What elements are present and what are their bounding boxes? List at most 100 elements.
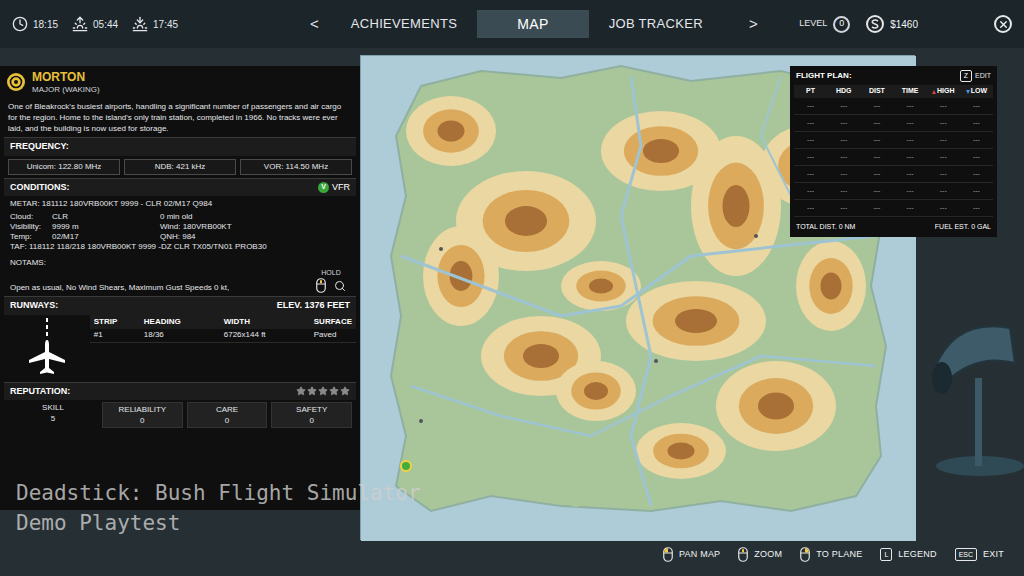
airport-description: One of Bleakrock's busiest airports, han…	[4, 101, 356, 134]
star-icon	[296, 386, 306, 396]
mouse-icon	[800, 547, 810, 562]
mouse-icon	[663, 547, 673, 562]
hold-label: HOLD	[321, 268, 340, 278]
weather-item: QNH: 984	[160, 232, 350, 242]
control-hint[interactable]: LLEGEND	[880, 548, 936, 562]
flight-plan-panel: FLIGHT PLAN:ZEDITPTHDGDISTTIMEHIGHLOW---…	[790, 66, 997, 237]
airport-panel: MORTONMAJOR (WAKING) One of Bleakrock's b…	[0, 66, 360, 510]
reputation-header: REPUTATION:	[4, 382, 356, 401]
edit-key[interactable]: Z	[960, 70, 972, 82]
runway-table-header: STRIPHEADINGWIDTHSURFACE	[90, 315, 356, 329]
weather-item: Wind: 180VRB00KT	[160, 222, 350, 232]
sunset-icon	[132, 16, 148, 32]
flight-plan-columns: PTHDGDISTTIMEHIGHLOW	[794, 85, 993, 98]
reputation-stat-box: CARE0	[187, 402, 268, 428]
mouse-icon	[316, 278, 326, 293]
metar-text: METAR: 181112 180VRB00KT 9999 - CLR 02/M…	[10, 199, 350, 209]
plane-icon	[27, 318, 67, 376]
edit-button[interactable]: EDIT	[975, 71, 991, 82]
desk-lamp-drawing	[915, 298, 1024, 478]
airport-type: MAJOR (WAKING)	[32, 85, 100, 95]
flight-plan-row: ------------------	[794, 132, 993, 149]
nav-tab[interactable]: JOB TRACKER	[597, 10, 715, 38]
body: MORTONMAJOR (WAKING) One of Bleakrock's b…	[0, 48, 1024, 576]
magnifier-icon[interactable]	[334, 280, 346, 292]
nav-tab[interactable]: MAP	[477, 10, 588, 38]
star-icon	[340, 386, 350, 396]
control-hint[interactable]: ZOOM	[738, 547, 782, 562]
runways-body: STRIPHEADINGWIDTHSURFACE#118/366726x144 …	[4, 315, 356, 379]
game-map-screen: 18:15 05:44 17:45 < ACHIEVEMENTS MAP JOB TRACK…	[0, 0, 1024, 576]
frequency-box: NDB: 421 kHz	[124, 159, 236, 175]
nav-tab[interactable]: ACHIEVEMENTS	[339, 10, 469, 38]
key-cap: L	[880, 548, 892, 561]
time-text: 17:45	[153, 17, 178, 32]
weather-item: 0 min old	[160, 212, 350, 222]
control-hint[interactable]: PAN MAP	[663, 547, 720, 562]
controls-bar: PAN MAP ZOOM TO PLANE LLEGEND ESCEXIT	[663, 547, 1004, 562]
taf-text: TAF: 118112 118/218 180VRB00KT 9999 -DZ …	[10, 242, 350, 252]
weather-item: Visibility:9999 m	[10, 222, 160, 232]
star-icon	[307, 386, 317, 396]
runway-row: #118/366726x144 ftPaved	[90, 329, 356, 343]
runway-table: STRIPHEADINGWIDTHSURFACE#118/366726x144 …	[90, 315, 356, 379]
time-text: 05:44	[93, 17, 118, 32]
flight-rule-badge: V	[318, 182, 329, 193]
flight-plan-row: ------------------	[794, 115, 993, 132]
time-item: 05:44	[72, 16, 118, 32]
frequency-box: VOR: 114.50 MHz	[240, 159, 352, 175]
airport-header: MORTONMAJOR (WAKING)	[4, 70, 356, 95]
runway-diagram	[4, 315, 90, 379]
mouse-icon	[738, 547, 748, 562]
flight-plan-row: ------------------	[794, 183, 993, 200]
reputation-stat-box: RELIABILITY0	[102, 402, 183, 428]
flight-plan-row: ------------------	[794, 200, 993, 217]
time-text: 18:15	[33, 17, 58, 32]
notams-text: Open as usual, No Wind Shears, Maximum G…	[10, 283, 229, 293]
facility-icons	[4, 440, 360, 454]
close-icon	[998, 19, 1009, 30]
frequency-row: Unicom: 122.80 MHzNDB: 421 kHzVOR: 114.5…	[4, 159, 356, 175]
time-group: 18:15 05:44 17:45	[12, 16, 304, 32]
top-bar: 18:15 05:44 17:45 < ACHIEVEMENTS MAP JOB TRACK…	[0, 0, 1024, 48]
flight-rule: VVFR	[318, 181, 350, 195]
flight-plan-header: FLIGHT PLAN:ZEDIT	[794, 70, 993, 82]
flight-plan-row: ------------------	[794, 98, 993, 115]
skill-stat: SKILL5	[8, 402, 98, 424]
status-group: LEVEL 0 $1460	[799, 15, 1012, 33]
reputation-stats: SKILL5RELIABILITY0CARE0SAFETY0	[4, 402, 356, 428]
elevation-text: ELEV. 1376 FEET	[277, 299, 350, 313]
notams-heading: NOTAMS:	[10, 258, 350, 268]
control-hint[interactable]: TO PLANE	[800, 547, 862, 562]
money-text: $1460	[890, 17, 918, 32]
star-icon	[318, 386, 328, 396]
conditions-body: METAR: 181112 180VRB00KT 9999 - CLR 02/M…	[4, 199, 356, 293]
frequency-header: FREQUENCY:	[4, 137, 356, 156]
weather-item: Cloud:CLR	[10, 212, 160, 222]
notams-row: Open as usual, No Wind Shears, Maximum G…	[10, 268, 350, 293]
control-hint[interactable]: ESCEXIT	[955, 548, 1004, 562]
close-button[interactable]	[994, 15, 1012, 33]
time-item: 18:15	[12, 16, 58, 32]
level-label: LEVEL	[799, 17, 827, 31]
low-marker-icon	[966, 90, 970, 94]
flight-plan-row: ------------------	[794, 166, 993, 183]
airport-icon	[6, 72, 26, 92]
conditions-header: CONDITIONS:VVFR	[4, 178, 356, 197]
reputation-stars	[296, 386, 350, 396]
sunrise-icon	[72, 16, 88, 32]
frequency-box: Unicom: 122.80 MHz	[8, 159, 120, 175]
key-cap: ESC	[955, 548, 977, 561]
weather-grid: Cloud:CLR0 min oldVisibility:9999 mWind:…	[10, 212, 350, 242]
star-icon	[329, 386, 339, 396]
weather-item: Temp:02/M17	[10, 232, 160, 242]
airport-name: MORTON	[32, 70, 100, 85]
runways-header: RUNWAYS:ELEV. 1376 FEET	[4, 296, 356, 315]
prev-tab-button[interactable]: <	[304, 13, 325, 36]
nav-tabs: < ACHIEVEMENTS MAP JOB TRACKER >	[304, 10, 764, 38]
watermark-line: Demo Playtest	[16, 508, 421, 538]
next-tab-button[interactable]: >	[743, 13, 764, 36]
flight-plan-row: ------------------	[794, 149, 993, 166]
watermark-line: Deadstick: Bush Flight Simulator	[16, 478, 421, 508]
level-badge: 0	[833, 16, 850, 33]
